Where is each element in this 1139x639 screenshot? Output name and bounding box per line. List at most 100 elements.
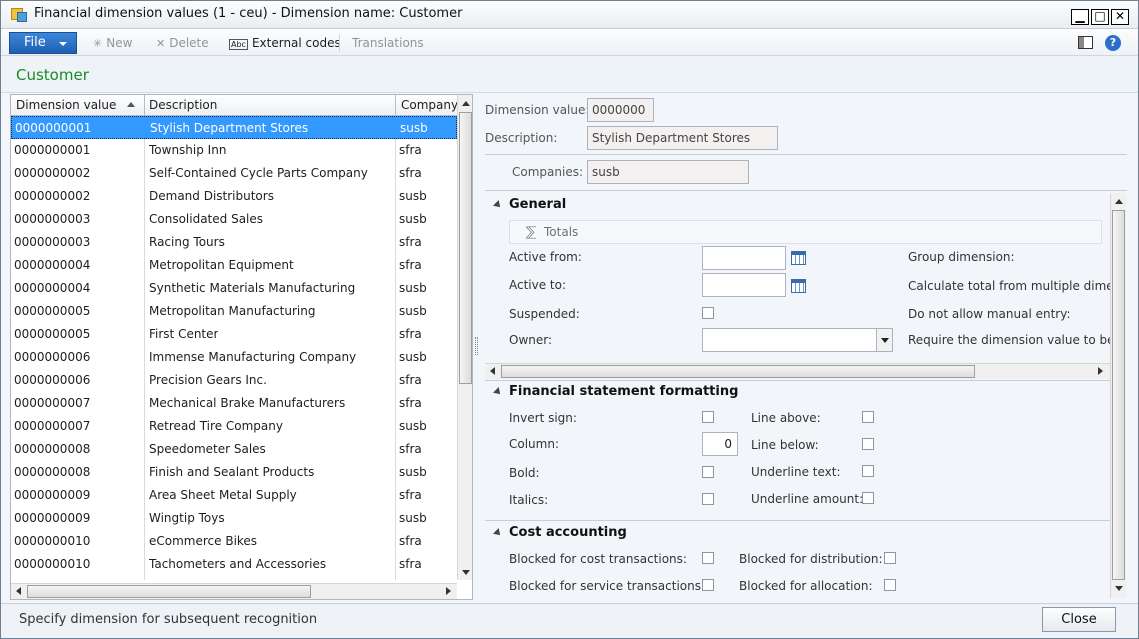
blocked-allocation-checkbox[interactable] (884, 579, 896, 591)
scroll-thumb[interactable] (27, 585, 311, 598)
totals-button[interactable]: Totals (544, 225, 578, 239)
blocked-distribution-checkbox[interactable] (884, 552, 896, 564)
active-from-field[interactable] (702, 246, 786, 270)
cell-dimension-value: 0000000006 (14, 350, 91, 364)
underline-amount-checkbox[interactable] (862, 492, 874, 504)
table-row[interactable]: 0000000005 First Center sfra (11, 323, 457, 346)
scroll-thumb[interactable] (1112, 210, 1125, 580)
cell-dimension-value: 0000000002 (14, 166, 91, 180)
close-button[interactable]: Close (1042, 607, 1116, 632)
italics-label: Italics: (509, 493, 549, 507)
description-field[interactable]: Stylish Department Stores (587, 126, 778, 150)
column-divider[interactable] (144, 95, 145, 116)
scroll-right-icon[interactable] (446, 587, 451, 595)
table-row[interactable]: 0000000007 Mechanical Brake Manufacturers… (11, 392, 457, 415)
grid-horizontal-scrollbar[interactable] (11, 583, 457, 599)
table-row[interactable]: 0000000001 Stylish Department Stores susb (11, 116, 457, 139)
section-title-cost-accounting[interactable]: Cost accounting (509, 525, 627, 540)
collapse-triangle-icon[interactable] (493, 387, 503, 397)
file-menu-button[interactable]: File (9, 32, 77, 54)
cell-dimension-value: 0000000009 (14, 488, 91, 502)
cell-company: susb (399, 350, 427, 364)
details-vertical-scrollbar[interactable] (1110, 193, 1126, 598)
table-row[interactable]: 0000000006 Immense Manufacturing Company s… (11, 346, 457, 369)
scroll-up-icon[interactable] (462, 101, 470, 106)
italics-checkbox[interactable] (702, 493, 714, 505)
table-row[interactable]: 0000000009 Wingtip Toys susb (11, 507, 457, 530)
cell-description: Finish and Sealant Products (149, 465, 315, 479)
maximize-button[interactable]: □ (1091, 9, 1109, 25)
bold-checkbox[interactable] (702, 466, 714, 478)
cell-company: susb (399, 304, 427, 318)
table-row[interactable]: 0000000005 Metropolitan Manufacturing susb (11, 300, 457, 323)
collapse-triangle-icon[interactable] (493, 528, 503, 538)
delete-button[interactable]: ✕ Delete (156, 36, 209, 50)
scroll-thumb[interactable] (459, 112, 472, 384)
scroll-thumb[interactable] (501, 365, 975, 378)
column-header-company[interactable]: Company (401, 98, 458, 112)
calendar-icon[interactable] (791, 251, 806, 265)
pane-splitter[interactable] (475, 337, 478, 355)
layout-icon[interactable] (1078, 36, 1093, 49)
minimize-button[interactable]: ▁ (1071, 9, 1089, 25)
grid-vertical-scrollbar[interactable] (457, 95, 472, 580)
table-row[interactable]: 0000000010 eCommerce Bikes sfra (11, 530, 457, 553)
table-row[interactable]: 0000000002 Self-Contained Cycle Parts Com… (11, 162, 457, 185)
help-icon[interactable]: ? (1105, 35, 1121, 51)
dimension-value-field[interactable]: 0000000 (587, 98, 654, 122)
section-title-general[interactable]: General (509, 197, 566, 212)
scroll-down-icon[interactable] (1115, 586, 1123, 591)
suspended-checkbox[interactable] (702, 307, 714, 319)
table-row[interactable]: 0000000004 Synthetic Materials Manufactur… (11, 277, 457, 300)
cell-description: Wingtip Toys (149, 511, 225, 525)
calendar-icon[interactable] (791, 279, 806, 293)
table-row[interactable]: 0000000011Metallic Paint and Ornament Co… (11, 576, 457, 580)
cell-company: sfra (399, 258, 422, 272)
general-horizontal-scrollbar[interactable] (485, 363, 1110, 379)
scroll-up-icon[interactable] (1115, 199, 1123, 204)
table-row[interactable]: 0000000001 Township Inn sfra (11, 139, 457, 162)
translations-button[interactable]: Translations (352, 36, 424, 50)
companies-field[interactable]: susb (587, 160, 749, 184)
active-to-field[interactable] (702, 273, 786, 297)
scroll-right-icon[interactable] (1098, 367, 1103, 375)
scroll-left-icon[interactable] (16, 587, 21, 595)
line-above-label: Line above: (751, 411, 821, 425)
close-window-button[interactable]: ✕ (1111, 9, 1129, 25)
table-row[interactable]: 0000000007 Retread Tire Company susb (11, 415, 457, 438)
dimension-grid[interactable]: Dimension value Description Company 0000… (10, 94, 473, 600)
line-above-checkbox[interactable] (862, 411, 874, 423)
cell-dimension-value: 0000000005 (14, 327, 91, 341)
table-row[interactable]: 0000000003 Consolidated Sales susb (11, 208, 457, 231)
column-header-description[interactable]: Description (149, 98, 217, 112)
new-button[interactable]: ✳ New (93, 36, 132, 50)
blocked-distribution-label: Blocked for distribution: (739, 552, 883, 566)
section-title-formatting[interactable]: Financial statement formatting (509, 384, 738, 399)
table-row[interactable]: 0000000008 Speedometer Sales sfra (11, 438, 457, 461)
cell-dimension-value: 0000000004 (14, 281, 91, 295)
table-row[interactable]: 0000000009 Area Sheet Metal Supply sfra (11, 484, 457, 507)
owner-select[interactable] (702, 328, 893, 352)
table-row[interactable]: 0000000003 Racing Tours sfra (11, 231, 457, 254)
underline-text-checkbox[interactable] (862, 465, 874, 477)
table-row[interactable]: 0000000008 Finish and Sealant Products sus… (11, 461, 457, 484)
cell-description: Retread Tire Company (149, 419, 283, 433)
blocked-service-checkbox[interactable] (702, 579, 714, 591)
invert-sign-checkbox[interactable] (702, 411, 714, 423)
scroll-left-icon[interactable] (490, 367, 495, 375)
cell-description: Township Inn (149, 143, 227, 157)
column-header-dimension-value[interactable]: Dimension value (16, 98, 116, 112)
table-row[interactable]: 0000000002 Demand Distributors susb (11, 185, 457, 208)
table-row[interactable]: 0000000006 Precision Gears Inc. sfra (11, 369, 457, 392)
blocked-cost-checkbox[interactable] (702, 552, 714, 564)
line-below-checkbox[interactable] (862, 438, 874, 450)
table-row[interactable]: 0000000010 Tachometers and Accessories sfr… (11, 553, 457, 576)
external-codes-button[interactable]: Abc External codes (229, 36, 341, 50)
table-row[interactable]: 0000000004 Metropolitan Equipment sfra (11, 254, 457, 277)
cell-company: sfra (399, 488, 422, 502)
column-field[interactable]: 0 (702, 432, 738, 456)
collapse-triangle-icon[interactable] (493, 200, 503, 210)
chevron-down-icon[interactable] (876, 329, 892, 351)
scroll-down-icon[interactable] (462, 570, 470, 575)
column-divider[interactable] (395, 95, 396, 116)
